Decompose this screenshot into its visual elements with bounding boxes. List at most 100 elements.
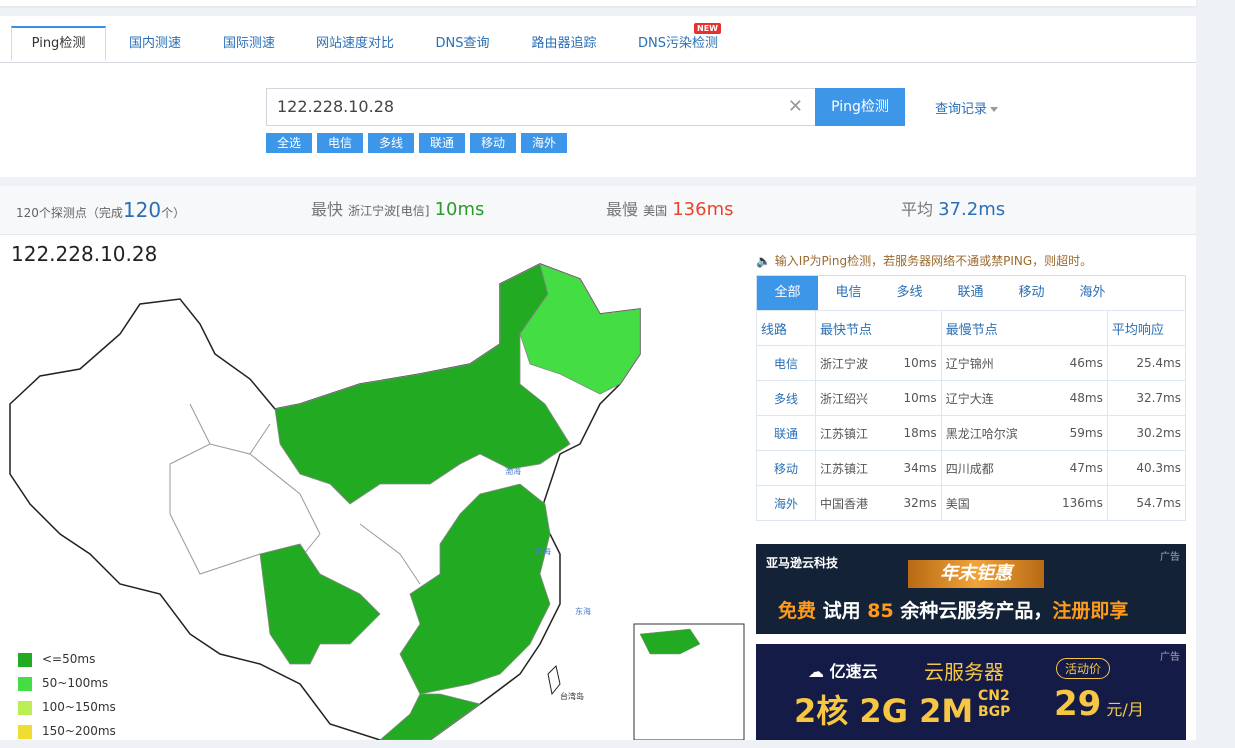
row-avg: 25.4ms [1106, 345, 1187, 381]
col-fastest: 最快节点 [815, 310, 942, 346]
filter-multiline[interactable]: 多线 [368, 133, 414, 153]
legend-label: 150~200ms [42, 724, 116, 738]
ad-headline: 年末钜惠 [908, 560, 1044, 588]
row-line: 海外 [756, 485, 816, 521]
row-fast-node: 浙江宁波 [814, 345, 888, 381]
result-tabs: 全部 电信 多线 联通 移动 海外 [756, 275, 1186, 311]
tab-traceroute[interactable]: 路由器追踪 [515, 26, 613, 62]
row-slow-node: 辽宁锦州 [940, 345, 1045, 381]
chevron-down-icon [990, 107, 999, 112]
fastest-summary: 最快 浙江宁波[电信] 10ms [311, 186, 484, 235]
tab-dns-query[interactable]: DNS查询 [420, 26, 505, 62]
result-tab-overseas[interactable]: 海外 [1062, 276, 1123, 310]
ping-notice: 🔈 输入IP为Ping检测，若服务器网络不通或禁PING，则超时。 [756, 252, 1092, 269]
tab-site-compare[interactable]: 网站速度对比 [300, 26, 410, 62]
tab-ping[interactable]: Ping检测 [11, 26, 106, 61]
row-fast-ms: 10ms [887, 380, 942, 416]
result-tab-telecom[interactable]: 电信 [818, 276, 879, 310]
legend-label: 100~150ms [42, 700, 116, 714]
ad2-price: 29 [1054, 684, 1102, 724]
clear-icon[interactable]: ✕ [788, 89, 803, 125]
filter-mobile[interactable]: 移动 [470, 133, 516, 153]
search-card: Ping检测 国内测速 国际测速 网站速度对比 DNS查询 路由器追踪 DNS污… [0, 16, 1196, 177]
tool-tabs: Ping检测 国内测速 国际测速 网站速度对比 DNS查询 路由器追踪 DNS污… [0, 16, 1196, 63]
result-table: 线路 最快节点 最慢节点 平均响应 电信 浙江宁波 10ms 辽宁锦州 46ms… [756, 310, 1187, 521]
cloud-icon: ☁ [808, 662, 824, 681]
slowest-summary: 最慢 美国 136ms [606, 186, 734, 235]
slowest-node: 美国 [643, 204, 668, 218]
row-slow-ms: 46ms [1044, 345, 1108, 381]
notice-text: 输入IP为Ping检测，若服务器网络不通或禁PING，则超时。 [774, 254, 1093, 268]
ad2-ram: 2G [859, 692, 908, 730]
row-avg: 32.7ms [1106, 380, 1187, 416]
new-badge: NEW [694, 23, 721, 34]
avg-label: 平均 [901, 200, 934, 219]
table-row: 电信 浙江宁波 10ms 辽宁锦州 46ms 25.4ms [756, 345, 1187, 381]
col-line: 线路 [756, 310, 816, 346]
legend-item: <=50ms [18, 652, 116, 676]
ad2-brand: 亿速云 [829, 662, 878, 681]
col-average: 平均响应 [1106, 310, 1187, 346]
result-tab-all[interactable]: 全部 [757, 276, 818, 310]
row-fast-ms: 10ms [887, 345, 942, 381]
legend-label: <=50ms [42, 652, 96, 666]
filter-telecom[interactable]: 电信 [317, 133, 363, 153]
result-tab-unicom[interactable]: 联通 [940, 276, 1001, 310]
aws-ad-banner[interactable]: 广告 亚马逊云科技 年末钜惠 免费 试用 85 余种云服务产品，注册即享 [756, 544, 1186, 634]
filter-unicom[interactable]: 联通 [419, 133, 465, 153]
row-fast-ms: 32ms [887, 485, 942, 521]
fastest-value: 10ms [434, 199, 485, 220]
row-fast-ms: 18ms [887, 415, 942, 451]
ad-register: 注册即享 [1052, 600, 1129, 622]
ping-button[interactable]: Ping检测 [815, 88, 905, 126]
fastest-node: 浙江宁波[电信] [348, 204, 430, 218]
table-row: 联通 江苏镇江 18ms 黑龙江哈尔滨 59ms 30.2ms [756, 415, 1187, 451]
results-card: 120个探测点（完成120个） 最快 浙江宁波[电信] 10ms 最慢 美国 1… [0, 186, 1196, 740]
slowest-value: 136ms [672, 199, 734, 220]
filter-overseas[interactable]: 海外 [521, 133, 567, 153]
row-line: 电信 [756, 345, 816, 381]
row-slow-node: 美国 [940, 485, 1045, 521]
ad2-cn2: CN2 [978, 688, 1010, 704]
sea-label-huanghai: 黄海 [535, 546, 551, 556]
result-tab-mobile[interactable]: 移动 [1001, 276, 1062, 310]
ad-offer: 免费 试用 85 余种云服务产品，注册即享 [778, 596, 1128, 623]
ad2-badge: 活动价 [1056, 658, 1111, 679]
row-line: 联通 [756, 415, 816, 451]
ip-search-input[interactable]: 122.228.10.28 ✕ [266, 88, 816, 126]
tab-domestic-speed[interactable]: 国内测速 [110, 26, 200, 62]
summary-bar: 120个探测点（完成120个） 最快 浙江宁波[电信] 10ms 最慢 美国 1… [0, 186, 1196, 235]
tab-intl-speed[interactable]: 国际测速 [204, 26, 294, 62]
history-label: 查询记录 [935, 102, 988, 117]
row-avg: 54.7ms [1106, 485, 1187, 521]
sea-label-donghai: 东海 [575, 606, 591, 616]
legend-swatch [18, 652, 32, 667]
taiwan-island [547, 665, 561, 696]
legend-item: 100~150ms [18, 700, 116, 724]
legend-swatch [18, 676, 32, 691]
filter-all[interactable]: 全选 [266, 133, 312, 153]
ad2-price-wrap: 29 元/月 [1054, 684, 1144, 724]
row-slow-ms: 59ms [1044, 415, 1108, 451]
ad2-brand-wrap: ☁ 亿速云 [808, 658, 878, 682]
row-slow-ms: 48ms [1044, 380, 1108, 416]
result-tab-multiline[interactable]: 多线 [879, 276, 940, 310]
history-dropdown[interactable]: 查询记录 [935, 98, 999, 117]
yisu-ad-banner[interactable]: 广告 ☁ 亿速云 云服务器 活动价 2核 2G 2M CN2 BGP 29 元/… [756, 644, 1186, 740]
row-fast-node: 江苏镇江 [814, 450, 888, 486]
search-value: 122.228.10.28 [277, 97, 395, 116]
filter-buttons: 全选 电信 多线 联通 移动 海外 [266, 132, 572, 153]
table-header-row: 线路 最快节点 最慢节点 平均响应 [756, 310, 1187, 346]
ad-tag: 广告 [1160, 652, 1180, 663]
ad2-bandwidth: 2M [919, 692, 974, 730]
row-fast-node: 浙江绍兴 [814, 380, 888, 416]
row-slow-ms: 47ms [1044, 450, 1108, 486]
nodes-summary: 120个探测点（完成120个） [16, 186, 185, 237]
legend-swatch [18, 724, 32, 739]
ad2-title: 云服务器 [924, 660, 1004, 684]
nodes-suffix: 个） [161, 206, 186, 220]
ad-products: 余种云服务产品， [900, 600, 1053, 622]
sea-label-bohai: 渤海 [505, 466, 521, 476]
row-line: 多线 [756, 380, 816, 416]
legend-item: 50~100ms [18, 676, 116, 700]
